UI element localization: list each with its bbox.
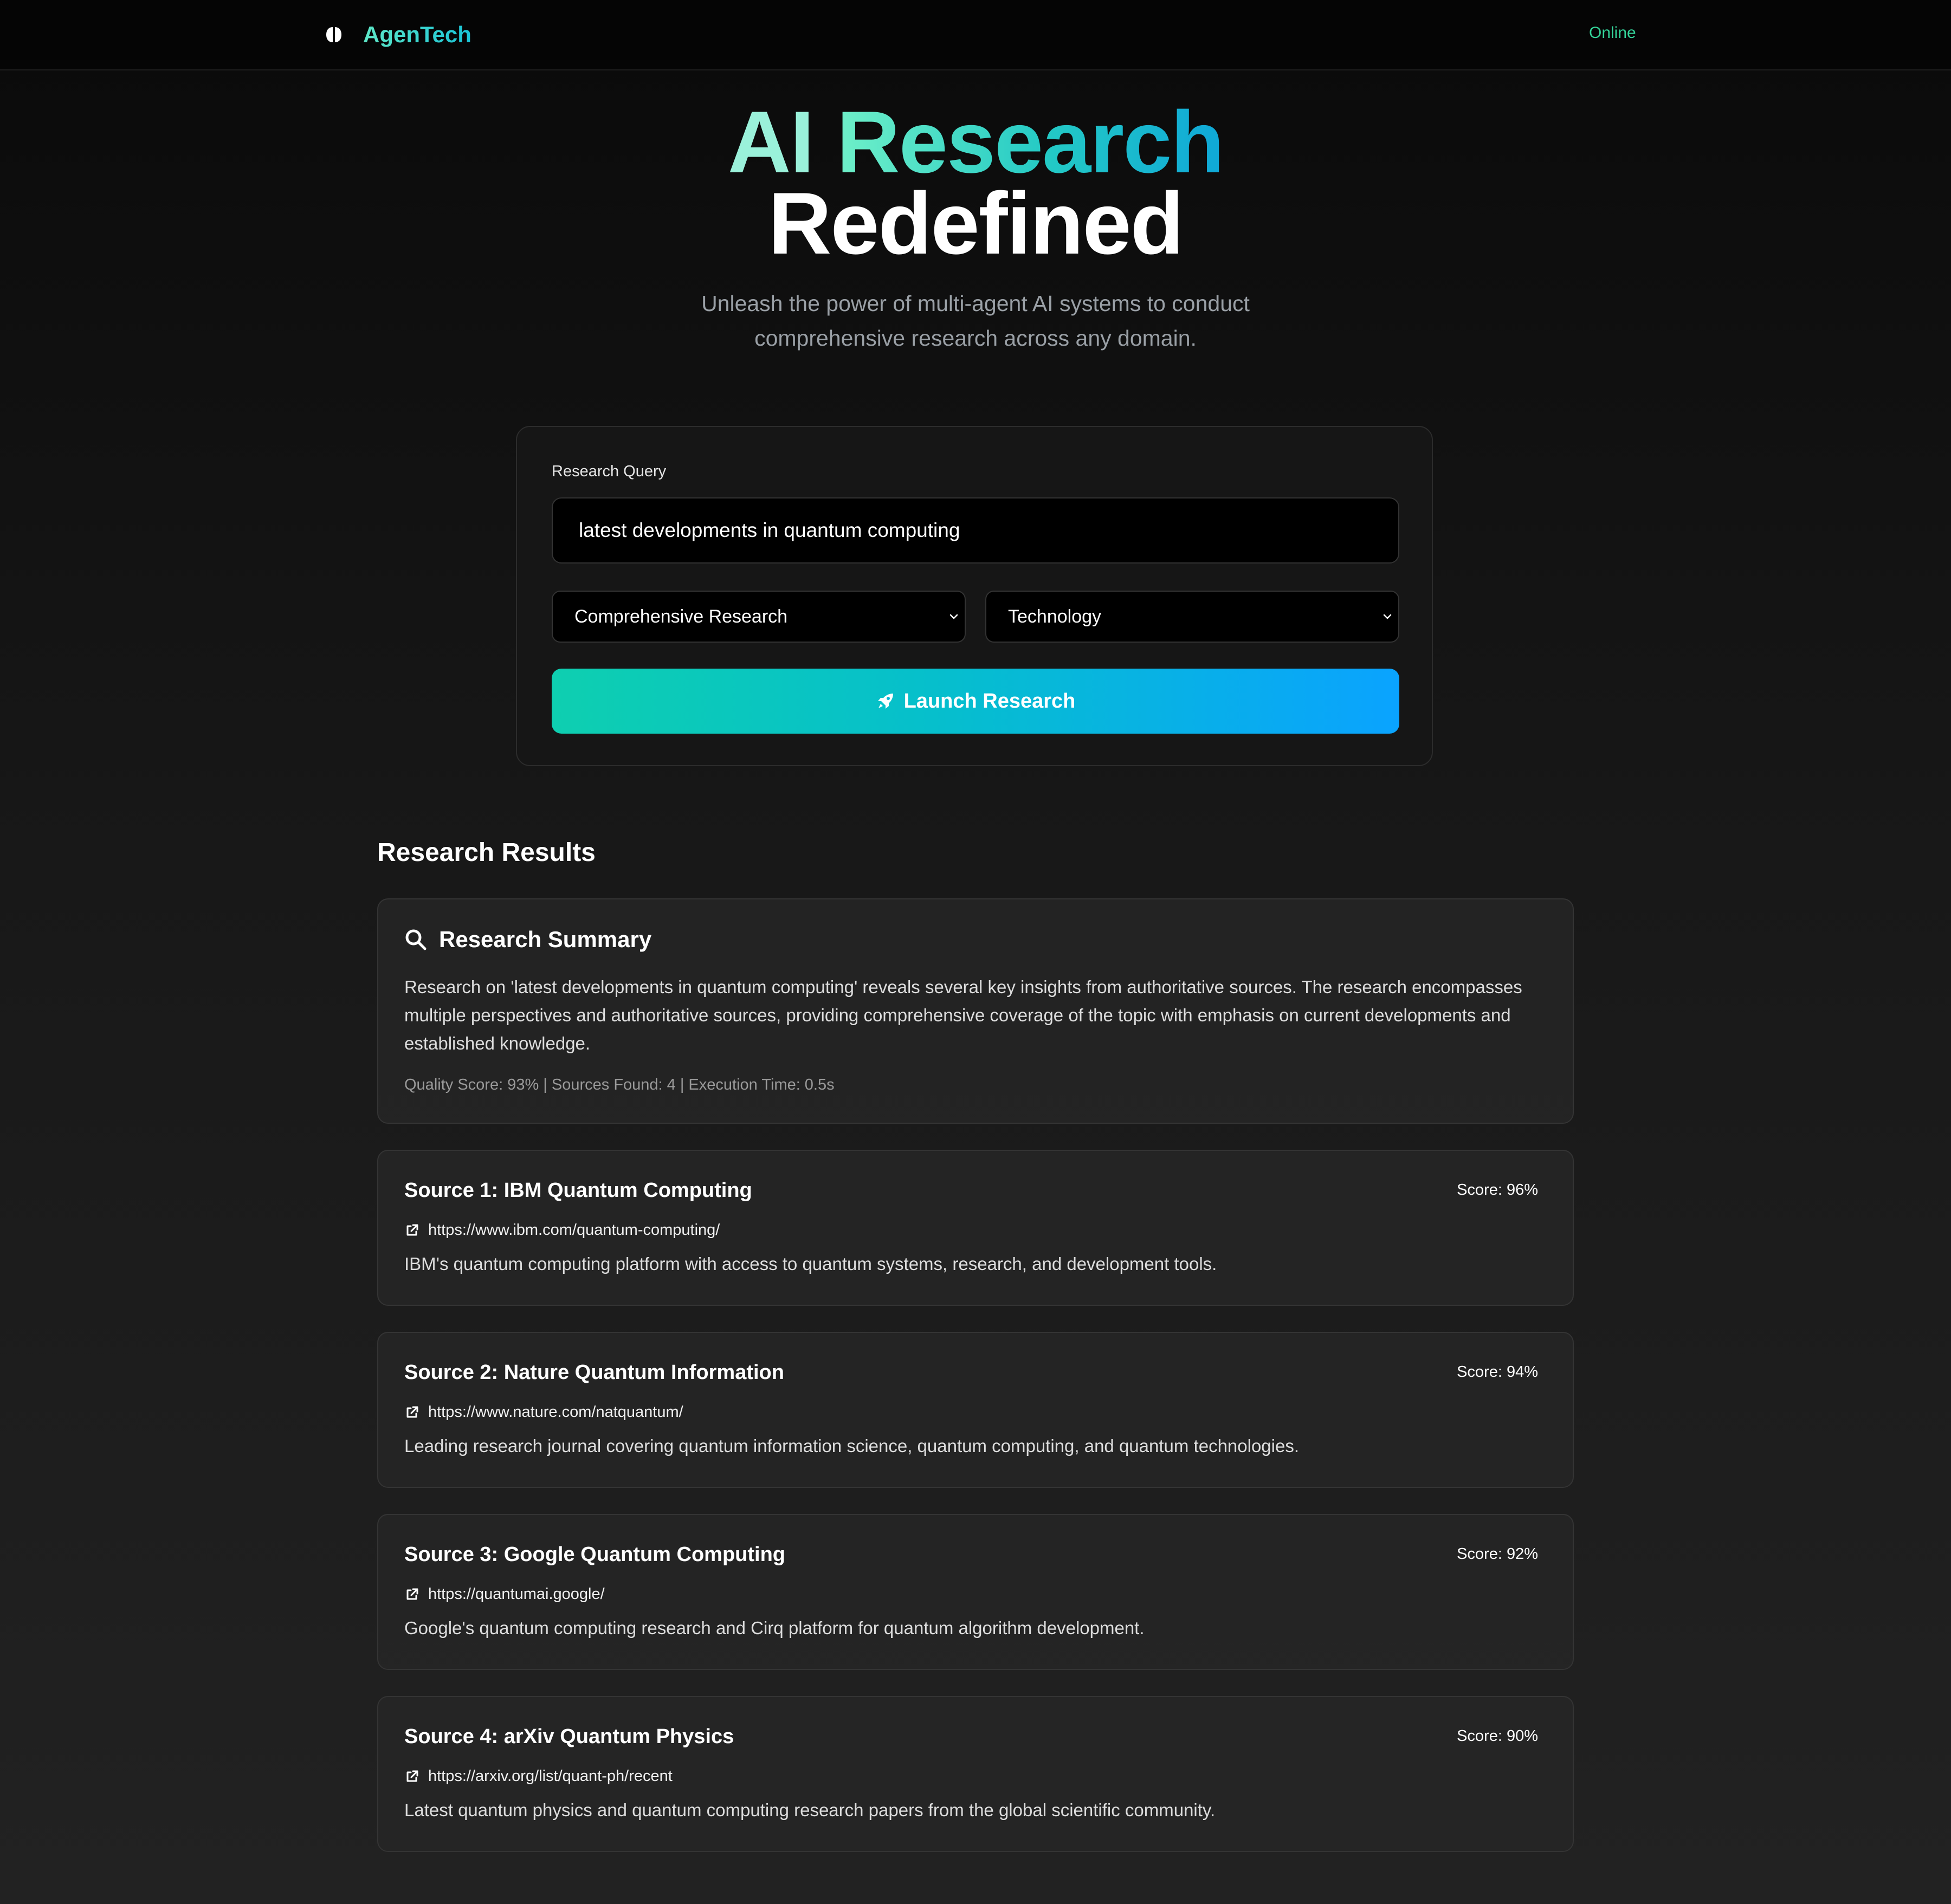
brain-icon xyxy=(326,27,341,42)
source-description: Latest quantum physics and quantum compu… xyxy=(404,1800,1216,1820)
launch-research-button[interactable]: Launch Research xyxy=(552,669,1399,734)
brand[interactable]: AgenTech xyxy=(323,18,471,51)
research-mode-select[interactable]: Comprehensive Research xyxy=(552,591,966,643)
top-nav: AgenTech Online xyxy=(0,0,1951,70)
source-url-link[interactable]: https://www.nature.com/natquantum/ xyxy=(428,1403,683,1421)
external-link-icon xyxy=(406,1406,418,1417)
source-score: Score: 94% xyxy=(1457,1363,1538,1381)
source-link-row: https://www.nature.com/natquantum/ xyxy=(404,1403,683,1421)
research-summary-card: Research Summary Research on 'latest dev… xyxy=(377,898,1574,1124)
source-card: Source 4: arXiv Quantum Physics Score: 9… xyxy=(377,1696,1574,1852)
hero-subtitle: Unleash the power of multi-agent AI syst… xyxy=(701,291,1250,351)
source-score: Score: 90% xyxy=(1457,1727,1538,1745)
source-url-link[interactable]: https://quantumai.google/ xyxy=(428,1585,605,1603)
summary-meta: Quality Score: 93% | Sources Found: 4 | … xyxy=(404,1076,835,1093)
source-title: Source 2: Nature Quantum Information xyxy=(404,1361,784,1384)
source-card: Source 3: Google Quantum Computing Score… xyxy=(377,1514,1574,1670)
launch-research-label: Launch Research xyxy=(903,689,1076,713)
hero-title-line-2: Redefined xyxy=(768,174,1184,273)
source-score: Score: 92% xyxy=(1457,1545,1538,1563)
external-link-icon xyxy=(406,1770,418,1782)
external-link-icon xyxy=(406,1588,418,1599)
source-description: Google's quantum computing research and … xyxy=(404,1618,1145,1638)
source-link-row: https://www.ibm.com/quantum-computing/ xyxy=(404,1221,720,1239)
brand-name: AgenTech xyxy=(363,22,471,47)
research-query-card: Research Query Comprehensive Research Te… xyxy=(516,426,1433,766)
summary-header: Research Summary xyxy=(404,927,651,953)
source-url-link[interactable]: https://www.ibm.com/quantum-computing/ xyxy=(428,1221,720,1239)
summary-title: Research Summary xyxy=(439,927,652,952)
summary-text: Research on 'latest developments in quan… xyxy=(404,977,1522,1053)
source-score: Score: 96% xyxy=(1457,1181,1538,1199)
chevron-down-icon xyxy=(1383,614,1392,619)
search-icon xyxy=(405,929,427,950)
source-title: Source 4: arXiv Quantum Physics xyxy=(404,1725,734,1748)
research-domain-value: Technology xyxy=(1008,606,1102,627)
research-query-input[interactable] xyxy=(552,497,1399,564)
research-query-label: Research Query xyxy=(552,463,667,480)
source-link-row: https://arxiv.org/list/quant-ph/recent xyxy=(404,1767,673,1785)
source-title: Source 3: Google Quantum Computing xyxy=(404,1543,785,1566)
source-description: Leading research journal covering quantu… xyxy=(404,1436,1300,1456)
external-link-icon xyxy=(406,1224,418,1235)
research-mode-value: Comprehensive Research xyxy=(574,606,788,627)
source-url-link[interactable]: https://arxiv.org/list/quant-ph/recent xyxy=(428,1767,673,1785)
chevron-down-icon xyxy=(949,614,958,619)
research-domain-select[interactable]: Technology xyxy=(985,591,1399,643)
source-link-row: https://quantumai.google/ xyxy=(404,1585,605,1603)
results-heading: Research Results xyxy=(377,838,596,867)
source-card: Source 1: IBM Quantum Computing Score: 9… xyxy=(377,1150,1574,1306)
rocket-icon xyxy=(877,694,893,709)
status-indicator: Online xyxy=(1589,24,1636,42)
source-description: IBM's quantum computing platform with ac… xyxy=(404,1254,1217,1274)
source-card: Source 2: Nature Quantum Information Sco… xyxy=(377,1332,1574,1488)
source-title: Source 1: IBM Quantum Computing xyxy=(404,1179,752,1202)
